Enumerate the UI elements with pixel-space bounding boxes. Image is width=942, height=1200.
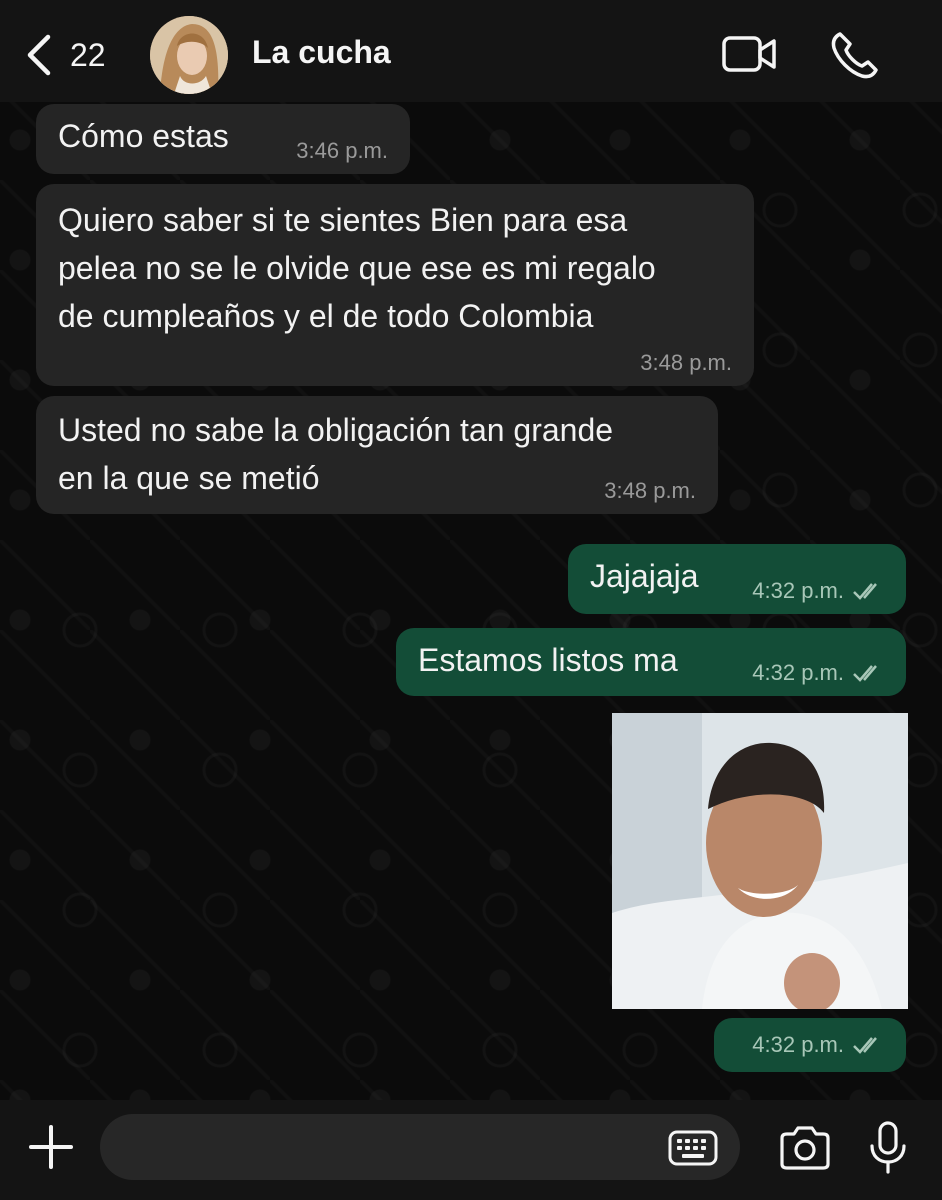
timestamp: 4:32 p.m. [752, 660, 844, 685]
message-incoming[interactable]: Cómo estas 3:46 p.m. [36, 104, 410, 174]
message-time: 3:46 p.m. [296, 138, 388, 164]
chat-header: 22 La cucha [0, 0, 942, 102]
message-text: Usted no sabe la obligación tan grande e… [58, 412, 614, 496]
timestamp: 4:32 p.m. [752, 578, 844, 603]
message-time: 4:32 p.m. [752, 660, 884, 686]
microphone-icon[interactable] [866, 1120, 910, 1176]
keyboard-icon[interactable] [668, 1128, 718, 1168]
message-time: 3:48 p.m. [604, 478, 696, 504]
double-check-icon [853, 583, 877, 600]
double-check-icon [853, 1037, 877, 1054]
avatar[interactable] [150, 16, 228, 94]
message-incoming[interactable]: Quiero saber si te sientes Bien para esa… [36, 184, 754, 386]
message-outgoing[interactable]: Estamos listos ma 4:32 p.m. [396, 628, 906, 696]
video-call-icon[interactable] [720, 28, 780, 80]
timestamp: 3:48 p.m. [640, 350, 732, 375]
chevron-left-icon [27, 34, 51, 76]
double-check-icon [853, 665, 877, 682]
message-time: 4:32 p.m. [752, 1032, 884, 1058]
message-time: 4:32 p.m. [752, 578, 884, 604]
timestamp: 3:48 p.m. [604, 478, 696, 503]
image-message[interactable] [612, 713, 908, 1009]
message-incoming[interactable]: Usted no sabe la obligación tan grande e… [36, 396, 718, 514]
message-outgoing-image-meta[interactable]: 4:32 p.m. [714, 1018, 906, 1072]
message-outgoing[interactable]: Jajajaja 4:32 p.m. [568, 544, 906, 614]
message-input[interactable] [100, 1114, 740, 1180]
back-button[interactable]: 22 [24, 30, 134, 80]
camera-icon[interactable] [778, 1124, 832, 1172]
photo-thumbnail [612, 713, 908, 1009]
timestamp: 4:32 p.m. [752, 1032, 844, 1057]
message-time: 3:48 p.m. [640, 350, 732, 376]
unread-count: 22 [70, 36, 106, 73]
contact-name[interactable]: La cucha [252, 34, 391, 71]
timestamp: 3:46 p.m. [296, 138, 388, 163]
phone-icon[interactable] [826, 28, 886, 80]
compose-bar [0, 1100, 942, 1200]
plus-icon[interactable] [28, 1124, 74, 1170]
message-text: Quiero saber si te sientes Bien para esa… [58, 202, 656, 334]
